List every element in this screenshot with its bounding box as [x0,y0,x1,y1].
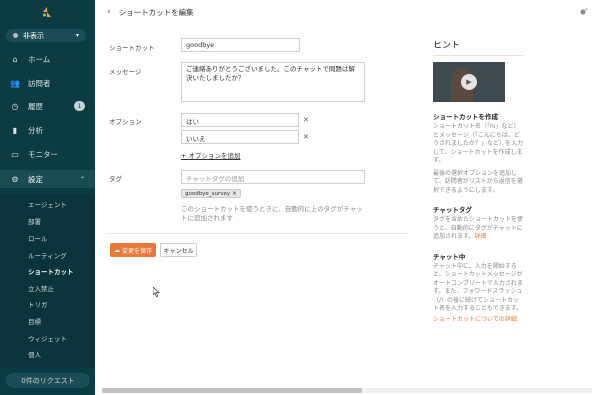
hint-chat-link[interactable]: ショートカットについての詳細 [433,316,523,325]
account-icon[interactable] [580,8,588,16]
requests-button[interactable]: 0件のリクエスト [6,373,90,388]
tag-label: タグ [109,175,122,183]
nav-home[interactable]: ⌂ ホーム [0,51,95,67]
nav-monitor[interactable]: ▭ モニター [0,146,95,162]
nav-home-label: ホーム [28,54,51,64]
tag-input[interactable]: チャットタグの追加 [181,170,365,184]
subnav-routing[interactable]: ルーティング [28,250,67,260]
save-icon: ☁ [113,246,120,254]
chevron-down-icon: ▾ [75,32,79,39]
message-label: メッセージ [109,68,142,76]
status-dropdown[interactable]: 非表示 ▾ [6,29,86,42]
zendesk-logo-icon[interactable] [41,6,53,18]
hint-chat-heading: チャット中 [433,252,466,261]
monitor-icon: ▭ [11,149,19,159]
subnav-banned[interactable]: 立入禁止 [28,283,54,293]
tag-hint: このショートカットを使うときに、自動的に上のタグがチャットに追加されます [181,205,363,222]
subnav-goals[interactable]: 目標 [28,316,41,326]
tutorial-video[interactable]: ▶ [433,62,505,102]
remove-option-1-icon[interactable]: ✕ [303,116,309,124]
shortcut-label: ショートカット [109,44,155,52]
message-textarea[interactable]: ご連絡ありがとうございました。このチャットで問題は解決いたしましたか？ [181,62,365,102]
hint-create-text-2: 最後の選択オプションを追加して、訪問者がリストから返信を選択できるようにします。 [433,169,523,194]
subnav-agents[interactable]: エージェント [28,199,67,209]
subnav-widget[interactable]: ウィジェット [28,333,67,343]
cancel-button[interactable]: キャンセル [160,243,197,257]
hint-create-heading: ショートカットを作成 [433,113,498,121]
nav-history[interactable]: ◷ 履歴 1 [0,98,95,114]
option-input-1[interactable]: はい [181,113,299,127]
hint-tag-text: タグを含めたショートカットを使うと、自動的にタグがチャットに追加されます。詳細 [433,216,523,242]
nav-visitors[interactable]: 👥 訪問者 [0,75,95,91]
visitors-icon: 👥 [10,78,20,88]
hints-title: ヒント [433,38,523,56]
subnav-personal[interactable]: 個人 [28,349,41,359]
settings-icon: ⚙ [11,174,19,184]
back-arrow-icon[interactable]: ‹ [107,7,111,17]
page-title: ショートカットを編集 [118,7,194,17]
nav-visitors-label: 訪問者 [28,78,51,88]
nav-monitor-label: モニター [28,149,58,159]
options-label: オプション [109,118,142,126]
history-badge: 1 [74,101,85,111]
hint-tag-link[interactable]: 詳細 [474,233,486,240]
analytics-icon: ▮ [12,125,18,135]
hint-tag-heading: チャットタグ [433,206,472,214]
mouse-cursor-icon [153,287,160,297]
hints-panel: ヒント ▶ ショートカットを作成 ショートカット名（「hi」など）とメッセージ（… [433,38,523,324]
hint-create-text: ショートカット名（「hi」など）とメッセージ（「こんにちは、どうされましたか？」… [433,123,524,164]
nav-settings[interactable]: ⚙ 設定 ⌃ [0,170,95,188]
history-icon: ◷ [11,101,19,111]
option-input-2[interactable]: いいえ [181,130,299,144]
subnav-roles[interactable]: ロール [28,233,48,243]
hint-chat-text: チャット中に、入力を開始すると、ショートカットメッセージがオートコンプリートで入… [433,262,523,313]
subnav-shortcuts[interactable]: ショートカット [28,266,74,276]
scrollbar-thumb[interactable] [102,388,362,393]
remove-tag-icon[interactable]: ✕ [232,191,237,197]
tag-chip-label: goodbye_survey [185,190,231,197]
page-header: ‹ ショートカットを編集 [95,0,600,24]
horizontal-scrollbar[interactable] [102,388,592,393]
add-option-link[interactable]: + オプションを追加 [181,150,241,160]
status-dot-icon [13,33,18,38]
settings-subnav: エージェント 部署 ロール ルーティング ショートカット 立入禁止 トリガ 目標… [0,193,95,368]
subnav-departments[interactable]: 部署 [28,216,41,226]
nav-history-label: 履歴 [28,101,43,111]
nav-settings-label: 設定 [28,174,43,184]
play-icon[interactable]: ▶ [461,74,477,90]
sidebar: 非表示 ▾ ⌂ ホーム 👥 訪問者 ◷ 履歴 1 ▮ 分析 ▭ モニター ⚙ 設… [0,0,95,395]
nav-analytics[interactable]: ▮ 分析 [0,122,95,138]
chevron-up-icon: ⌃ [79,175,85,183]
divider [109,233,409,234]
status-label: 非表示 [23,31,44,40]
shortcut-input[interactable]: goodbye [181,38,300,52]
save-label: 変更を保存 [121,247,152,255]
home-icon: ⌂ [12,54,18,64]
nav-analytics-label: 分析 [28,125,43,135]
subnav-triggers[interactable]: トリガ [28,299,48,309]
remove-option-2-icon[interactable]: ✕ [303,133,309,141]
save-button[interactable]: ☁ 変更を保存 [110,243,156,257]
tag-chip[interactable]: goodbye_survey ✕ [181,189,241,198]
